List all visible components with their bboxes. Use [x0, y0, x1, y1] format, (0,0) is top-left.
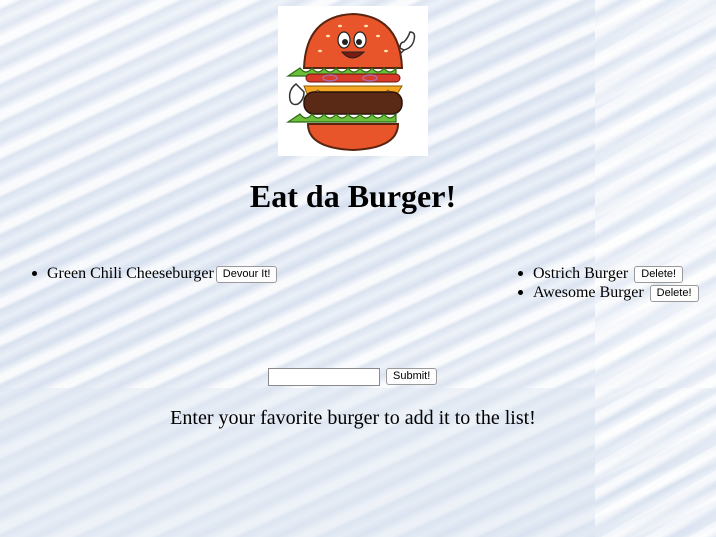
list-item: Green Chili Cheeseburger Devour It!	[31, 264, 278, 283]
list-item: Ostrich Burger Delete!	[518, 264, 699, 283]
burger-name-input[interactable]	[268, 368, 380, 386]
burger-name: Green Chili Cheeseburger	[47, 265, 214, 282]
uneaten-burger-list: Green Chili Cheeseburger Devour It!	[31, 264, 278, 283]
form-hint: Enter your favorite burger to add it to …	[170, 407, 536, 429]
burger-name: Awesome Burger	[533, 284, 644, 301]
devoured-burger-list: Ostrich Burger Delete! Awesome Burger De…	[518, 264, 699, 302]
burger-name: Ostrich Burger	[533, 265, 629, 282]
delete-button[interactable]: Delete!	[649, 285, 699, 302]
delete-button[interactable]: Delete!	[634, 266, 684, 283]
smiling-burger-icon	[286, 12, 416, 152]
submit-button[interactable]: Submit!	[386, 368, 438, 385]
list-item: Awesome Burger Delete!	[518, 283, 699, 302]
page-title: Eat da Burger!	[249, 178, 457, 214]
burger-logo	[278, 6, 428, 156]
add-burger-form: Submit!	[268, 368, 438, 386]
devour-button[interactable]: Devour It!	[215, 266, 278, 283]
